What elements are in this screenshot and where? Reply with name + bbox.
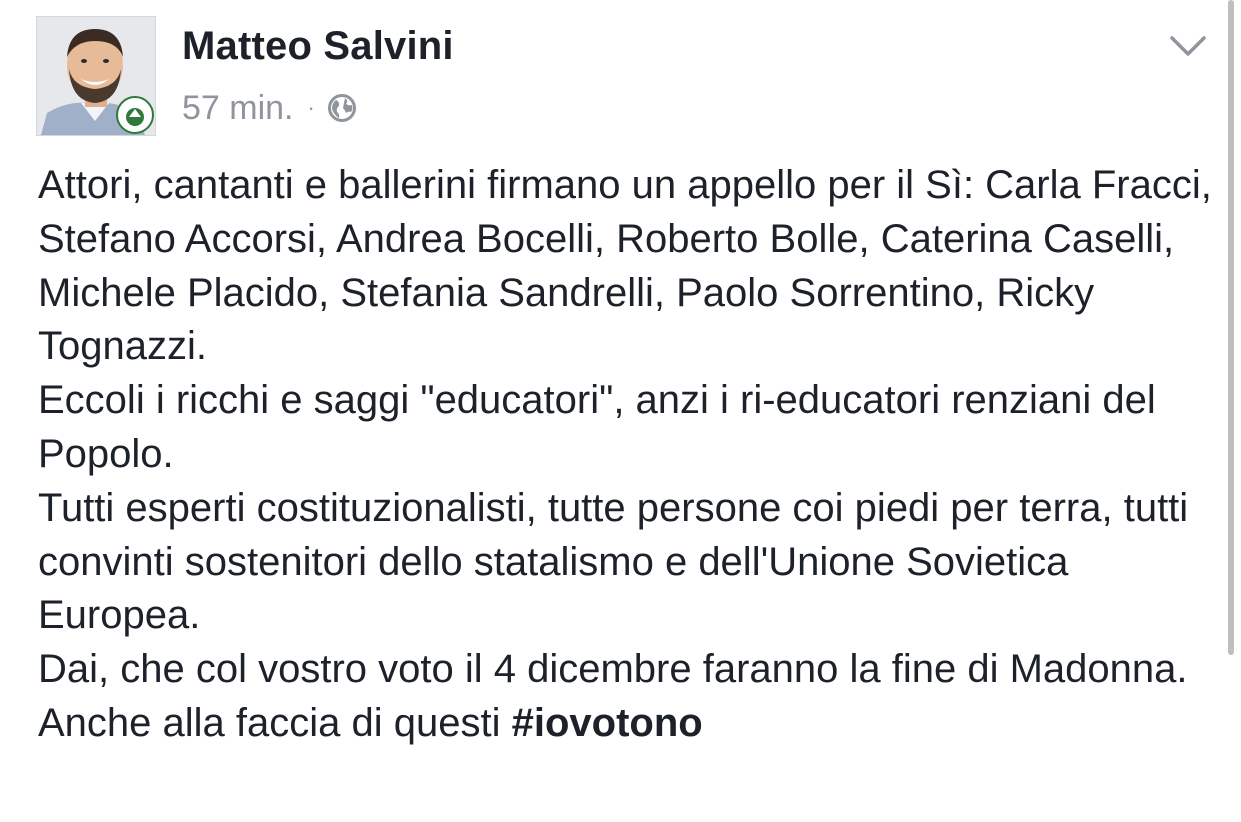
avatar-image	[37, 17, 155, 135]
facebook-post: Matteo Salvini 57 min. · Attori, cantant…	[0, 0, 1241, 822]
post-meta: 57 min. ·	[182, 86, 357, 130]
post-paragraph: Dai, che col vostro voto il 4 dicembre f…	[38, 647, 1188, 692]
post-paragraph: Tutti esperti costituzionalisti, tutte p…	[38, 485, 1189, 638]
post-timestamp[interactable]: 57 min.	[182, 89, 294, 128]
post-body: Attori, cantanti e ballerini firmano un …	[38, 159, 1218, 751]
meta-separator: ·	[307, 95, 315, 120]
post-paragraph: Eccoli i ricchi e saggi "educatori", anz…	[38, 378, 1156, 476]
hashtag-link[interactable]: #iovotono	[512, 701, 703, 745]
scrollbar[interactable]	[1228, 0, 1234, 655]
post-paragraph-last: Anche alla faccia di questi #iovotono	[38, 697, 1218, 751]
post-text-span: Anche alla faccia di questi	[38, 700, 512, 745]
globe-icon[interactable]	[327, 93, 357, 123]
chevron-down-icon[interactable]	[1166, 30, 1210, 62]
author-name[interactable]: Matteo Salvini	[182, 24, 454, 69]
post-paragraph: Attori, cantanti e ballerini firmano un …	[38, 163, 1212, 369]
avatar[interactable]	[36, 16, 156, 136]
